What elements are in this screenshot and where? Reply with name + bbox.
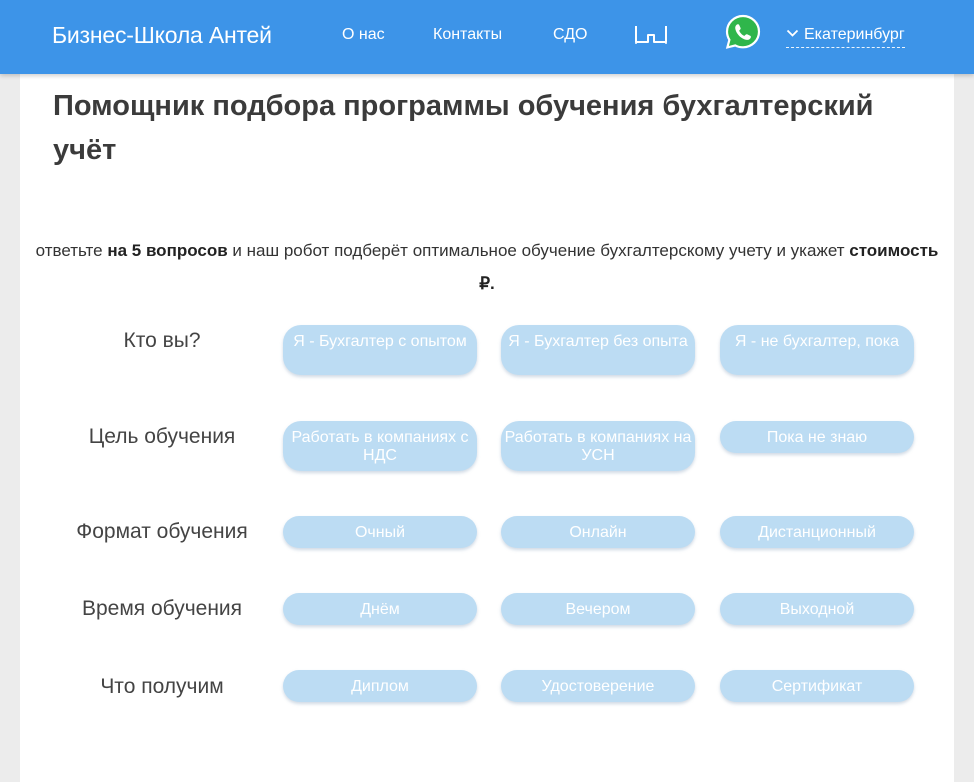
option-dont-know-yet[interactable]: Пока не знаю bbox=[720, 421, 914, 453]
option-label: Онлайн bbox=[569, 524, 627, 541]
brand-logo-text[interactable]: Бизнес-Школа Антей bbox=[52, 22, 272, 49]
option-not-accountant[interactable]: Я - не бухгалтер, пока bbox=[720, 325, 914, 375]
option-diploma[interactable]: Диплом bbox=[283, 670, 477, 702]
option-label: Я - не бухгалтер, пока bbox=[734, 333, 900, 350]
option-distance[interactable]: Дистанционный bbox=[720, 516, 914, 548]
option-certificate-id[interactable]: Удостоверение bbox=[501, 670, 695, 702]
option-label: Работать в компаниях с НДС bbox=[291, 429, 469, 464]
option-weekend[interactable]: Выходной bbox=[720, 593, 914, 625]
city-name: Екатеринбург bbox=[804, 26, 905, 43]
option-label: Пока не знаю bbox=[766, 429, 868, 446]
nav-contacts-link[interactable]: Контакты bbox=[433, 26, 502, 44]
option-label: Я - Бухгалтер с опытом bbox=[293, 333, 467, 350]
question-label-time: Время обучения bbox=[81, 597, 243, 620]
nav-sdo-link[interactable]: СДО bbox=[553, 26, 587, 44]
option-label: Работать в компаниях на УСН bbox=[504, 429, 692, 464]
option-certificate[interactable]: Сертификат bbox=[720, 670, 914, 702]
option-work-usn-companies[interactable]: Работать в компаниях на УСН bbox=[501, 421, 695, 471]
glasses-icon[interactable] bbox=[634, 24, 668, 46]
chevron-down-icon bbox=[786, 29, 799, 37]
option-label: Очный bbox=[354, 524, 406, 541]
question-label-result: Что получим bbox=[100, 675, 224, 698]
option-label: Диплом bbox=[351, 678, 409, 695]
option-label: Я - Бухгалтер без опыта bbox=[508, 333, 688, 350]
intro-text: ответьте на 5 вопросов и наш робот подбе… bbox=[30, 234, 944, 300]
intro-part-2: и наш робот подберёт оптимальное обучени… bbox=[232, 241, 845, 260]
page-title: Помощник подбора программы обучения бухг… bbox=[53, 90, 874, 166]
question-label-goal: Цель обучения bbox=[88, 425, 236, 448]
option-online[interactable]: Онлайн bbox=[501, 516, 695, 548]
question-label-who: Кто вы? bbox=[123, 329, 201, 352]
whatsapp-icon[interactable] bbox=[724, 13, 762, 51]
option-label: Дистанционный bbox=[758, 524, 876, 541]
option-label: Сертификат bbox=[771, 678, 863, 695]
option-accountant-no-experience[interactable]: Я - Бухгалтер без опыта bbox=[501, 325, 695, 375]
option-label: Удостоверение bbox=[541, 678, 655, 695]
site-header: Бизнес-Школа Антей О нас Контакты СДО Ек… bbox=[0, 0, 974, 74]
option-daytime[interactable]: Днём bbox=[283, 593, 477, 625]
option-in-person[interactable]: Очный bbox=[283, 516, 477, 548]
question-label-format: Формат обучения bbox=[76, 520, 248, 543]
option-label: Днём bbox=[360, 601, 400, 618]
option-work-vat-companies[interactable]: Работать в компаниях с НДС bbox=[283, 421, 477, 471]
option-label: Вечером bbox=[565, 601, 631, 618]
intro-part-1: ответьте bbox=[35, 241, 103, 260]
option-label: Выходной bbox=[779, 601, 855, 618]
option-evening[interactable]: Вечером bbox=[501, 593, 695, 625]
intro-bold-questions: на 5 вопросов bbox=[107, 241, 228, 260]
nav-about-link[interactable]: О нас bbox=[342, 26, 385, 44]
city-selector[interactable]: Екатеринбург bbox=[786, 26, 905, 48]
option-experienced-accountant[interactable]: Я - Бухгалтер с опытом bbox=[283, 325, 477, 375]
